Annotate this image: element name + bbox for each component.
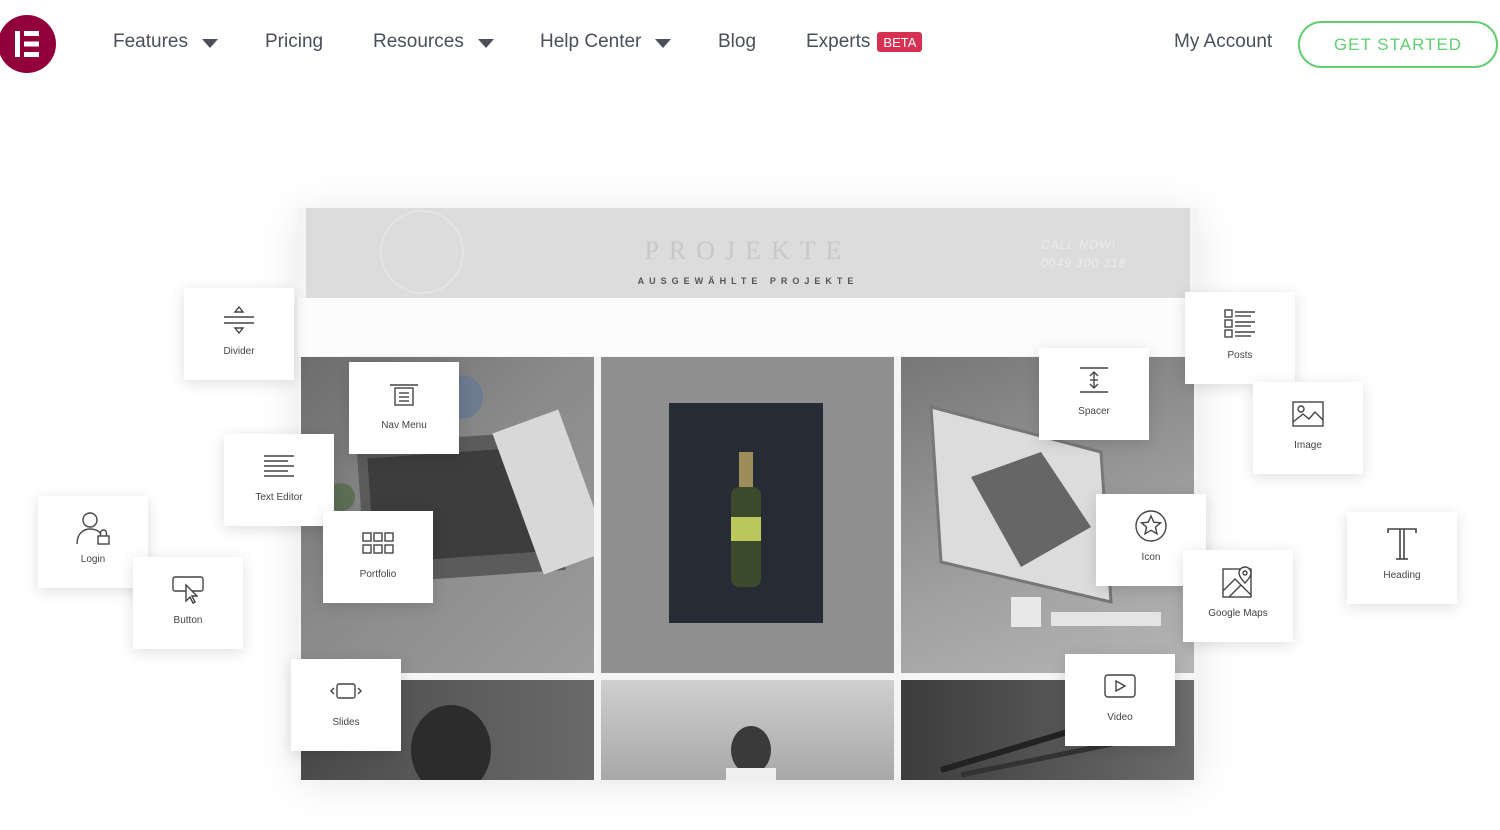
widget-google-maps[interactable]: Google Maps <box>1183 550 1293 642</box>
elementor-logo[interactable] <box>0 15 56 73</box>
widget-video[interactable]: Video <box>1065 654 1175 746</box>
get-started-button[interactable]: GET STARTED <box>1298 21 1498 68</box>
chevron-down-icon <box>201 38 218 48</box>
widget-heading[interactable]: Heading <box>1347 512 1457 604</box>
widget-posts[interactable]: Posts <box>1185 292 1295 384</box>
widget-divider[interactable]: Divider <box>184 288 294 380</box>
nav-experts-label: Experts <box>806 31 871 52</box>
widget-text-editor-label: Text Editor <box>255 492 303 503</box>
widget-login[interactable]: Login <box>38 496 148 588</box>
google-maps-icon <box>1220 564 1256 600</box>
widget-button[interactable]: Button <box>133 557 243 649</box>
mockup-phone: 0049 300 318 <box>1041 256 1127 270</box>
video-icon <box>1102 668 1138 704</box>
spacer-icon <box>1076 362 1112 398</box>
heading-icon <box>1384 526 1420 562</box>
nav-help-center-label: Help Center <box>540 31 642 52</box>
widget-heading-label: Heading <box>1383 570 1421 581</box>
widget-portfolio-label: Portfolio <box>359 569 397 580</box>
button-icon <box>170 571 206 607</box>
widget-google-maps-label: Google Maps <box>1208 608 1268 619</box>
mockup-subtitle: AUSGEWÄHLTE PROJEKTE <box>637 276 859 286</box>
widget-nav-menu[interactable]: Nav Menu <box>349 362 459 454</box>
portfolio-tile-champagne <box>601 357 894 673</box>
top-navbar: Features Pricing Resources Help Center B… <box>0 0 1500 88</box>
star-icon <box>1133 508 1169 544</box>
widget-image[interactable]: Image <box>1253 382 1363 474</box>
page-builder-mockup: PROJEKTE AUSGEWÄHLTE PROJEKTE CALL NOW! … <box>298 208 1198 780</box>
nav-blog[interactable]: Blog <box>718 31 756 53</box>
nav-menu-icon <box>386 376 422 412</box>
widget-nav-menu-label: Nav Menu <box>381 420 427 431</box>
nav-experts[interactable]: Experts BETA <box>806 31 923 53</box>
widget-portfolio[interactable]: Portfolio <box>323 511 433 603</box>
image-icon <box>1290 396 1326 432</box>
champagne-photo <box>669 403 823 623</box>
nav-resources[interactable]: Resources <box>373 31 494 53</box>
posts-icon <box>1222 306 1258 342</box>
divider-icon <box>221 302 257 338</box>
widget-posts-label: Posts <box>1227 350 1253 361</box>
chevron-down-icon <box>477 38 494 48</box>
widget-slides-label: Slides <box>332 717 360 728</box>
widget-login-label: Login <box>80 554 106 565</box>
widget-image-label: Image <box>1294 440 1322 451</box>
mockup-header: PROJEKTE AUSGEWÄHLTE PROJEKTE CALL NOW! … <box>306 208 1190 298</box>
login-icon <box>75 510 111 546</box>
my-account-label: My Account <box>1174 31 1273 52</box>
portfolio-icon <box>360 525 396 561</box>
nav-features[interactable]: Features <box>113 31 218 53</box>
nav-resources-label: Resources <box>373 31 464 52</box>
widget-divider-label: Divider <box>223 346 255 357</box>
widget-text-editor[interactable]: Text Editor <box>224 434 334 526</box>
nav-features-label: Features <box>113 31 188 52</box>
nav-blog-label: Blog <box>718 31 757 52</box>
my-account-link[interactable]: My Account <box>1174 31 1272 53</box>
widget-spacer-label: Spacer <box>1078 406 1110 417</box>
portfolio-tile-portrait-woman <box>601 680 894 780</box>
slides-icon <box>328 673 364 709</box>
widget-slides[interactable]: Slides <box>291 659 401 751</box>
elementor-logo-icon <box>15 31 39 57</box>
widget-video-label: Video <box>1107 712 1133 723</box>
widget-icon-label: Icon <box>1141 552 1161 563</box>
mockup-call-now-label: CALL NOW! <box>1041 238 1116 252</box>
beta-badge: BETA <box>877 32 923 52</box>
woman-photo <box>726 726 776 780</box>
nav-pricing[interactable]: Pricing <box>265 31 323 53</box>
nav-help-center[interactable]: Help Center <box>540 31 672 53</box>
widget-button-label: Button <box>173 615 203 626</box>
mockup-call-now: CALL NOW! 0049 300 318 <box>1041 236 1126 272</box>
text-editor-icon <box>261 448 297 484</box>
nav-pricing-label: Pricing <box>265 31 324 52</box>
chevron-down-icon <box>655 38 672 48</box>
widget-spacer[interactable]: Spacer <box>1039 348 1149 440</box>
